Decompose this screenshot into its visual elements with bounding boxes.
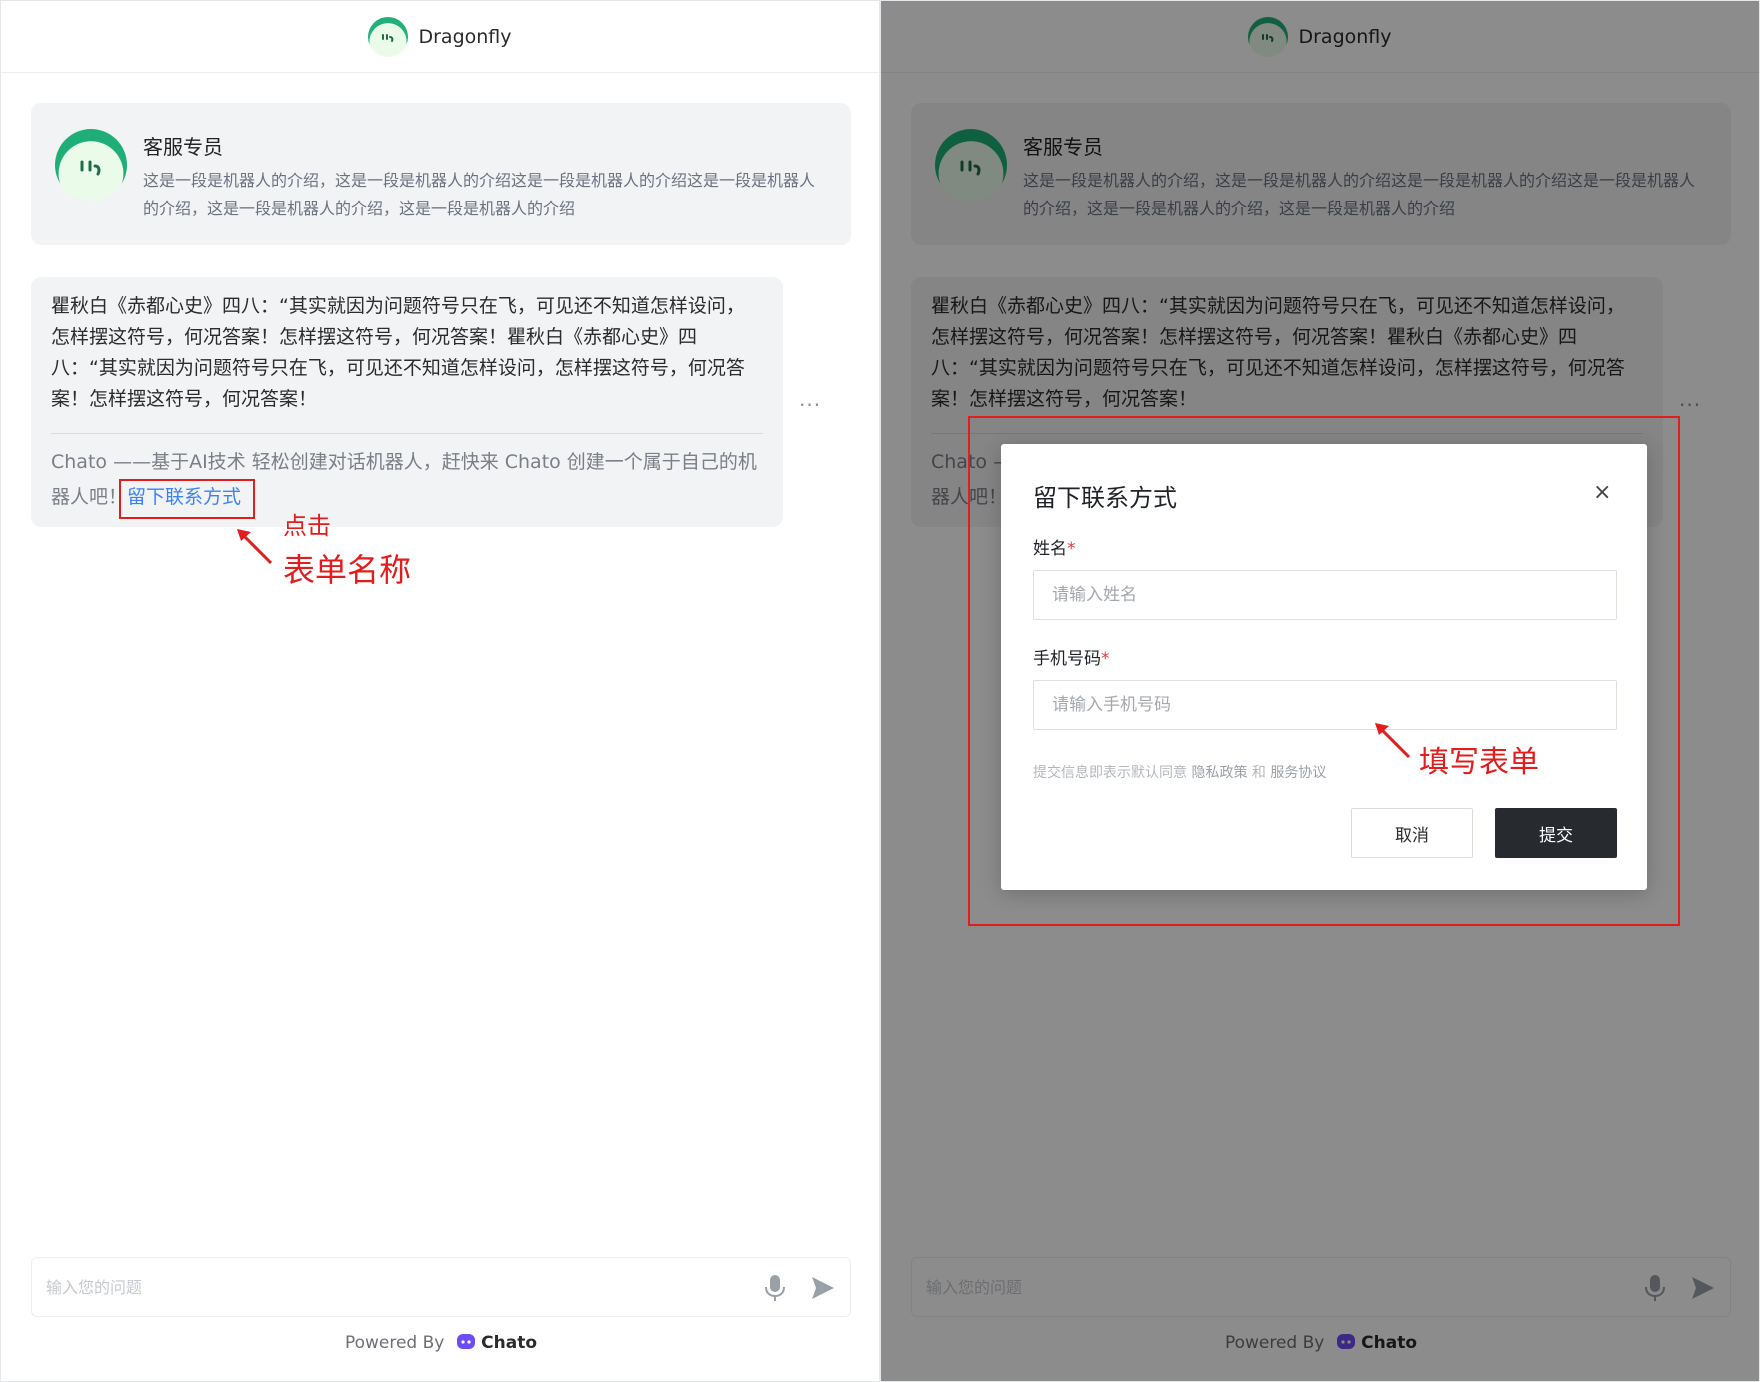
chato-logo-icon: [450, 1333, 476, 1353]
message-divider: [51, 433, 763, 434]
microphone-icon[interactable]: [764, 1274, 786, 1306]
dragonfly-logo-icon: [368, 16, 409, 57]
highlight-box-form-link: [119, 479, 255, 519]
bot-name: 客服专员: [143, 135, 223, 159]
highlight-box-modal: [968, 416, 1680, 926]
send-icon[interactable]: [810, 1275, 836, 1305]
bot-avatar: [55, 129, 127, 201]
annotation-fill-form: 填写表单: [1419, 745, 1539, 780]
question-input-bar: [31, 1257, 851, 1317]
bot-intro-card: 客服专员 这是一段是机器人的介绍，这是一段是机器人的介绍这是一段是机器人的介绍这…: [31, 103, 851, 245]
chat-panel-left: Dragonfly 客服专员 这是一段是机器人的介绍，这是一段是机器人的介绍这是…: [0, 0, 880, 1382]
more-options-icon[interactable]: ···: [799, 393, 821, 417]
brand-name: Dragonfly: [418, 25, 512, 48]
powered-by: Powered By Chato: [1, 1333, 879, 1353]
message-text: 瞿秋白《赤都心史》四八：“其实就因为问题符号只在飞，可见还不知道怎样设问，怎样摆…: [51, 295, 745, 410]
annotation-arrow-icon: [1375, 723, 1411, 759]
question-input[interactable]: [46, 1258, 726, 1316]
chat-panel-right: Dragonfly 客服专员 这是一段是机器人的介绍，这是一段是机器人的介绍这是…: [880, 0, 1760, 1382]
annotation-form-name: 表单名称: [283, 551, 412, 589]
chato-brand[interactable]: Chato: [481, 1333, 537, 1353]
screenshot-stage: Dragonfly 客服专员 这是一段是机器人的介绍，这是一段是机器人的介绍这是…: [0, 0, 1764, 1382]
chat-header: Dragonfly: [1, 1, 879, 73]
bot-intro-text: 这是一段是机器人的介绍，这是一段是机器人的介绍这是一段是机器人的介绍这是一段是机…: [143, 171, 816, 218]
annotation-arrow-icon: [237, 529, 273, 565]
powered-by-text: Powered By: [344, 1333, 445, 1353]
annotation-click: 点击: [283, 512, 331, 540]
